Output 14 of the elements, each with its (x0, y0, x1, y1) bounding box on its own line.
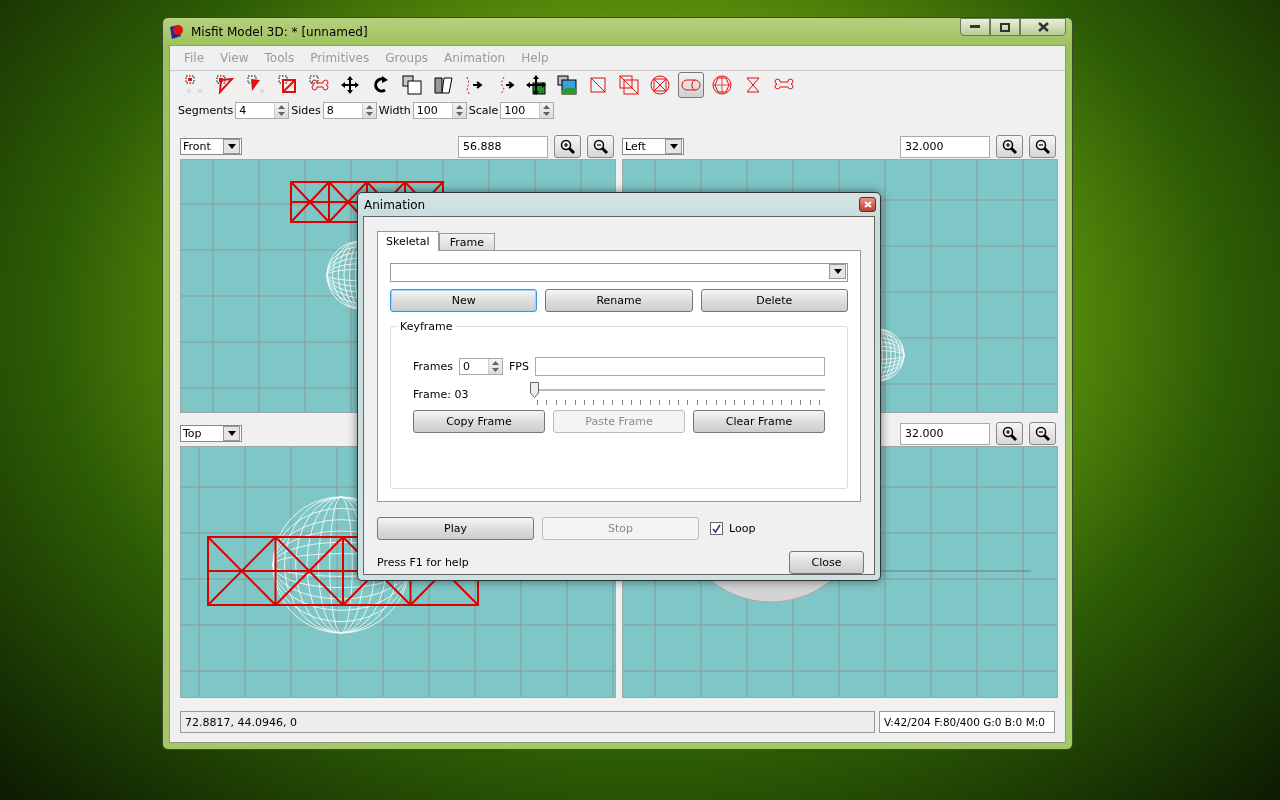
loop-label: Loop (729, 522, 756, 535)
param-label: Segments (178, 104, 234, 117)
frames-label: Frames (413, 360, 453, 373)
window-title: Misfit Model 3D: * [unnamed] (191, 24, 369, 39)
fps-label: FPS (509, 360, 529, 373)
dialog-title: Animation (364, 197, 427, 212)
param-label: Scale (468, 104, 499, 117)
frame-label: Frame: 03 (413, 387, 470, 401)
cursor-coordinates: 72.8817, 44.0946, 0 (180, 711, 875, 733)
help-hint: Press F1 for help (377, 556, 469, 569)
param-label: Sides (291, 104, 321, 117)
group-title: Keyframe (397, 320, 456, 333)
model-counts: V:42/204 F:80/400 G:0 B:0 M:0 (879, 711, 1055, 733)
param-label: Width (378, 104, 411, 117)
